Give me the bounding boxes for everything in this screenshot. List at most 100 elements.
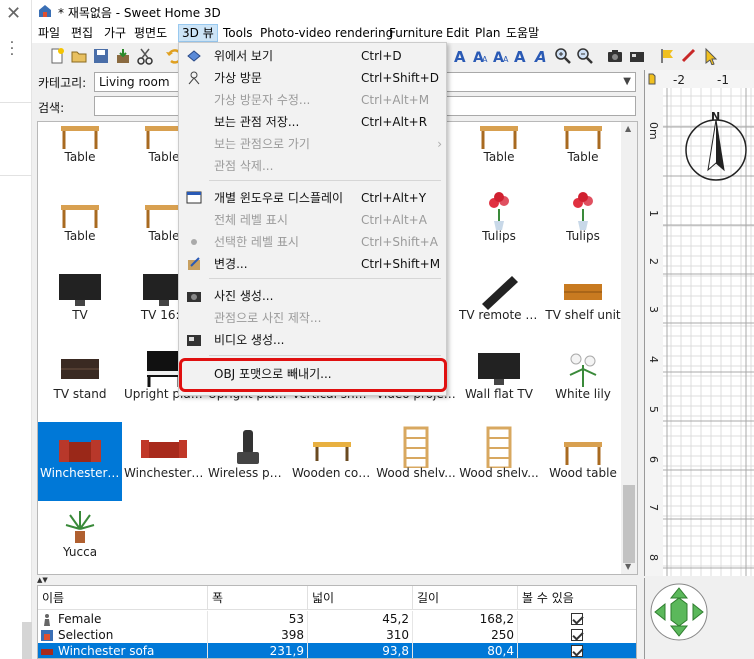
- save-icon[interactable]: [92, 47, 110, 65]
- catalog-item[interactable]: White lily: [541, 343, 625, 422]
- column-header[interactable]: 폭: [208, 586, 308, 610]
- menu-5[interactable]: 3D 뷰: [178, 24, 218, 42]
- menu-7[interactable]: Photo-video rendering: [257, 25, 396, 43]
- table-icon: [61, 205, 99, 228]
- catalog-item[interactable]: Winchester s...: [122, 422, 206, 501]
- menu-item-9[interactable]: 선택한 레벨 표시 Ctrl+Shift+A: [179, 231, 446, 253]
- 3d-view-menu: 위에서 보기 Ctrl+D 가상 방문 Ctrl+Shift+D 가상 방문자 수정..…: [178, 42, 447, 396]
- menu-item-11[interactable]: 사진 생성...: [179, 285, 446, 307]
- flag-icon[interactable]: [658, 47, 676, 65]
- new-file-icon[interactable]: [48, 47, 66, 65]
- zoom-in-icon[interactable]: [554, 47, 572, 65]
- menu-item-1[interactable]: 위에서 보기 Ctrl+D: [179, 45, 446, 67]
- virtual-visit-icon: [188, 71, 200, 85]
- menu-4[interactable]: 평면도: [131, 25, 170, 43]
- menu-item-3[interactable]: 가상 방문자 수정... Ctrl+Alt+M: [179, 89, 446, 111]
- catalog-item[interactable]: Table: [541, 122, 625, 185]
- catalog-item[interactable]: Wood shelv...: [374, 422, 458, 501]
- table-cell: Selection: [38, 627, 208, 643]
- ruler-y-label: 8: [647, 554, 660, 561]
- increase-text-icon[interactable]: AA: [492, 47, 510, 65]
- catalog-item[interactable]: Tulips: [541, 185, 625, 264]
- column-header[interactable]: 길이: [413, 586, 518, 610]
- table-cell: 80,4: [413, 643, 518, 658]
- column-header[interactable]: 넓이: [308, 586, 413, 610]
- menu-item-13[interactable]: 비디오 생성...: [179, 329, 446, 351]
- menu-item-5[interactable]: 보는 관점으로 가기 ›: [179, 133, 446, 155]
- navigation-arrows-icon[interactable]: [649, 582, 709, 642]
- italic-icon[interactable]: A: [532, 47, 550, 65]
- camera-icon[interactable]: [606, 47, 624, 65]
- catalog-item[interactable]: Tulips: [457, 185, 541, 264]
- catalog-item[interactable]: Wireless pho...: [206, 422, 290, 501]
- catalog-item[interactable]: Table: [38, 122, 122, 185]
- plan-view[interactable]: -2 -1 N 0m 1 2 3 4 5 6 7 8: [644, 70, 754, 576]
- arrow-tool-icon[interactable]: [702, 47, 720, 65]
- catalog-item[interactable]: Table: [38, 185, 122, 264]
- catalog-item[interactable]: TV stand: [38, 343, 122, 422]
- menu-9[interactable]: Edit: [443, 25, 472, 43]
- video-camera-icon[interactable]: [628, 47, 646, 65]
- furniture-icon: [41, 649, 53, 655]
- catalog-item[interactable]: Wooden cof...: [290, 422, 374, 501]
- catalog-item[interactable]: TV remote c...: [457, 264, 541, 343]
- catalog-item[interactable]: Wood table: [541, 422, 625, 501]
- splitter[interactable]: ▲▼: [37, 576, 637, 584]
- cut-icon[interactable]: [136, 47, 154, 65]
- visible-checkbox[interactable]: [571, 645, 583, 657]
- menu-item-12[interactable]: 관점으로 사진 제작...: [179, 307, 446, 329]
- scrollbar-thumb[interactable]: [623, 485, 635, 563]
- table-row[interactable]: Female 53 45,2 168,2: [38, 611, 636, 627]
- open-folder-icon[interactable]: [70, 47, 88, 65]
- catalog-item[interactable]: Wood shelv...: [457, 422, 541, 501]
- menu-6[interactable]: Tools: [220, 25, 256, 43]
- menu-item-label: 사진 생성...: [214, 289, 274, 303]
- menu-item-10[interactable]: 변경... Ctrl+Shift+M: [179, 253, 446, 275]
- catalog-item[interactable]: TV shelf unit: [541, 264, 625, 343]
- column-header[interactable]: 이름: [38, 586, 208, 610]
- catalog-item-label: Wood table: [549, 466, 617, 480]
- menu-item-14[interactable]: OBJ 포맷으로 빼내기...: [179, 363, 446, 385]
- visible-checkbox[interactable]: [571, 629, 583, 641]
- menu-1[interactable]: 파일: [35, 25, 63, 43]
- menu-item-8[interactable]: 전체 레벨 표시 Ctrl+Alt+A: [179, 209, 446, 231]
- import-icon[interactable]: [114, 47, 132, 65]
- table-row[interactable]: Winchester sofa 231,9 93,8 80,4: [38, 643, 636, 658]
- title-bar: * 재목없음 - Sweet Home 3D: [32, 0, 754, 23]
- bold-icon[interactable]: A: [512, 47, 530, 65]
- catalog-item-label: Wood shelv...: [376, 466, 456, 480]
- catalog-item[interactable]: Wall flat TV: [457, 343, 541, 422]
- catalog-item[interactable]: Winchester ...: [38, 422, 122, 501]
- menu-item-7[interactable]: 개별 윈도우로 디스플레이 Ctrl+Alt+Y: [179, 187, 446, 209]
- catalog-scrollbar[interactable]: ▲ ▼: [621, 122, 637, 574]
- catalog-item[interactable]: TV: [38, 264, 122, 343]
- menu-10[interactable]: Plan: [472, 25, 504, 43]
- more-options-icon[interactable]: · · ·: [9, 36, 15, 62]
- table-cell: [518, 611, 636, 627]
- catalog-item-label: Table: [483, 150, 515, 164]
- text-style-icon[interactable]: A: [452, 47, 470, 65]
- ruler-x-label-1: -1: [717, 73, 729, 87]
- column-header[interactable]: 볼 수 있음: [518, 586, 636, 610]
- catalog-item[interactable]: Table: [457, 122, 541, 185]
- scrollbar[interactable]: [22, 622, 32, 659]
- tool-icon[interactable]: [680, 47, 698, 65]
- bold-text-icon[interactable]: AA: [472, 47, 490, 65]
- close-icon[interactable]: ✕: [6, 3, 21, 25]
- menu-8[interactable]: Furniture: [386, 25, 446, 43]
- menu-item-6[interactable]: 관점 삭제...: [179, 155, 446, 177]
- catalog-item[interactable]: Yucca: [38, 501, 122, 574]
- catalog-item-label: Winchester s...: [124, 466, 206, 480]
- menu-2[interactable]: 편집: [68, 25, 96, 43]
- menu-3[interactable]: 가구: [101, 25, 129, 43]
- scroll-down-icon[interactable]: ▼: [625, 562, 631, 571]
- menu-item-4[interactable]: 보는 관점 저장... Ctrl+Alt+R: [179, 111, 446, 133]
- table-row[interactable]: Selection 398 310 250: [38, 627, 636, 643]
- video-icon: [187, 335, 201, 346]
- scroll-up-icon[interactable]: ▲: [625, 124, 631, 133]
- menu-item-2[interactable]: 가상 방문 Ctrl+Shift+D: [179, 67, 446, 89]
- menu-11[interactable]: 도움말: [503, 25, 542, 43]
- zoom-out-icon[interactable]: [576, 47, 594, 65]
- window-icon: [186, 191, 202, 204]
- visible-checkbox[interactable]: [571, 613, 583, 625]
